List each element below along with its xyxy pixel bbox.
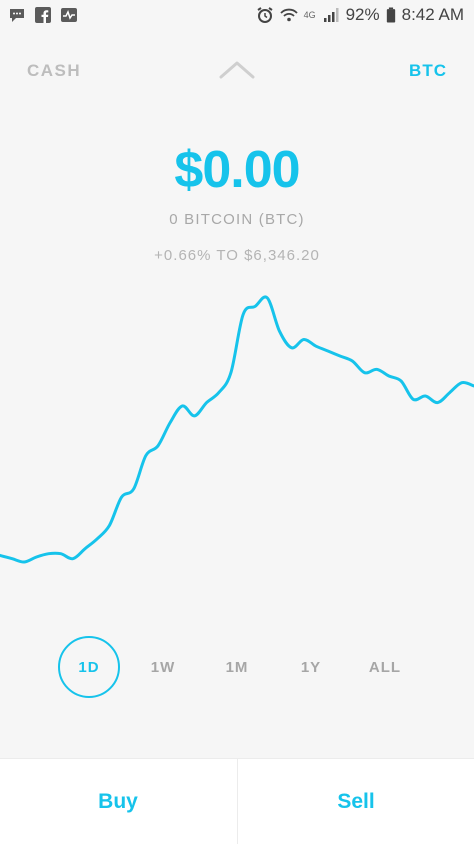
status-right: 4G 92% 8:42 AM — [256, 5, 464, 25]
balance-amount: $0.00 — [174, 141, 300, 199]
status-left — [8, 6, 78, 24]
status-bar: 4G 92% 8:42 AM — [0, 0, 474, 32]
price-chart[interactable] — [0, 280, 474, 580]
action-bar: Buy Sell — [0, 758, 474, 844]
status-time: 8:42 AM — [401, 5, 464, 24]
battery-icon — [386, 7, 395, 23]
activity-icon — [61, 8, 77, 22]
range-tab-1y[interactable]: 1Y — [280, 636, 342, 698]
btc-holding: 0 BITCOIN (BTC) — [169, 211, 305, 228]
range-tab-all[interactable]: ALL — [354, 636, 416, 698]
sell-button[interactable]: Sell — [237, 759, 474, 844]
range-selector: 1D 1W 1M 1Y ALL — [0, 636, 474, 698]
range-tab-1d[interactable]: 1D — [58, 636, 120, 698]
signal-icon — [323, 8, 339, 22]
cash-tab[interactable]: CASH — [27, 61, 81, 81]
chart-line — [0, 295, 474, 564]
range-tab-1w[interactable]: 1W — [132, 636, 194, 698]
network-label: 4G — [303, 10, 316, 20]
top-nav: CASH BTC — [0, 55, 474, 85]
battery-percent: 92% — [345, 5, 380, 24]
chat-icon — [10, 9, 24, 22]
facebook-icon — [35, 7, 51, 23]
price-change: +0.66% TO $6,346.20 — [154, 247, 320, 264]
chevron-up-icon[interactable] — [218, 57, 256, 83]
wifi-icon — [279, 8, 298, 22]
buy-button[interactable]: Buy — [0, 759, 236, 844]
range-tab-1m[interactable]: 1M — [206, 636, 268, 698]
alarm-icon — [257, 7, 273, 23]
btc-tab[interactable]: BTC — [409, 61, 447, 81]
